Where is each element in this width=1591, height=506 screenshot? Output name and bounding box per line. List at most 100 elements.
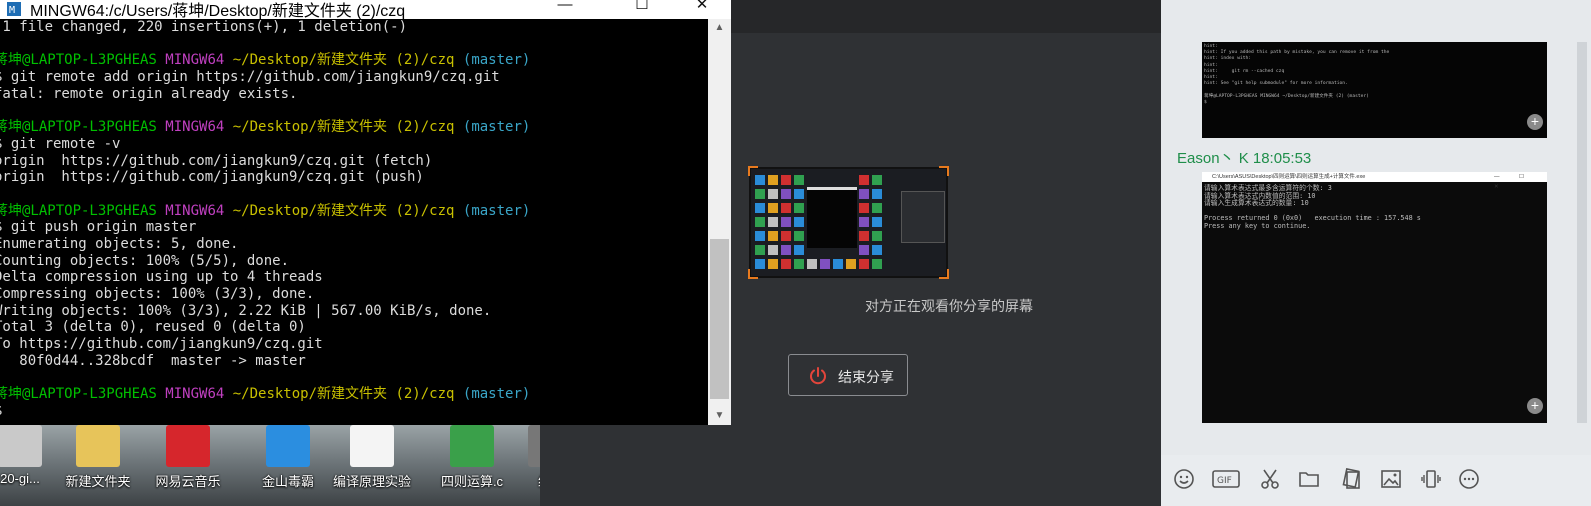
desktop-shortcut[interactable]: 新建文件夹 bbox=[56, 425, 140, 506]
shortcut-label: 20-gi... bbox=[0, 471, 40, 486]
terminal-text: MINGW64 bbox=[165, 386, 233, 403]
preview-icon bbox=[807, 259, 817, 269]
preview-icon bbox=[781, 259, 791, 269]
terminal-output[interactable]: 1 file changed, 220 insertions(+), 1 del… bbox=[0, 19, 708, 425]
shortcut-label: 结... bbox=[508, 471, 540, 490]
preview-icon bbox=[872, 189, 882, 199]
emoji-icon[interactable] bbox=[1172, 467, 1196, 491]
preview-icon bbox=[781, 175, 791, 185]
shortcut-label: 金山毒霸 bbox=[261, 474, 314, 489]
preview-icon bbox=[794, 217, 804, 227]
chat-image-terminal[interactable]: hint: hint: If you added this path by mi… bbox=[1202, 42, 1547, 138]
terminal-text: Enumerating objects: 5, done. bbox=[0, 235, 239, 252]
terminal-text: Writing objects: 100% (3/3), 2.22 KiB | … bbox=[0, 302, 492, 319]
desktop-shortcut[interactable]: 金山毒霸 bbox=[246, 425, 330, 506]
gif-label: GIF bbox=[1217, 476, 1232, 486]
preview-icon bbox=[768, 231, 778, 241]
preview-icon bbox=[755, 175, 765, 185]
preview-icon bbox=[755, 245, 765, 255]
preview-icon bbox=[859, 259, 869, 269]
terminal-text: Compressing objects: 100% (3/3), done. bbox=[0, 286, 315, 302]
terminal-text: 1 file changed, 220 insertions(+), 1 del… bbox=[0, 19, 408, 35]
desktop-shortcut[interactable]: 编译原理实验 bbox=[330, 425, 414, 506]
preview-icon bbox=[794, 189, 804, 199]
chat-toolbar: GIF bbox=[1161, 455, 1591, 506]
terminal-line: $ git push origin master bbox=[0, 219, 708, 236]
scissors-icon[interactable] bbox=[1258, 467, 1282, 491]
terminal-titlebar[interactable]: M MINGW64:/c/Users/蒋坤/Desktop/新建文件夹 (2)/… bbox=[0, 0, 731, 20]
folder-icon[interactable] bbox=[1297, 467, 1321, 491]
message-sender-time: Eason丶 K 18:05:53 bbox=[1177, 150, 1312, 167]
vibrate-icon[interactable] bbox=[1419, 467, 1443, 491]
shortcut-label: 编译原理实验 bbox=[332, 474, 411, 489]
chat-image-console[interactable]: C:\Users\ASUS\Desktop\四则运算\四则运算生成+计算文件.e… bbox=[1202, 172, 1547, 423]
terminal-line: Compressing objects: 100% (3/3), done. bbox=[0, 286, 708, 303]
terminal-line: 蒋坤@LAPTOP-L3PGHEAS MINGW64 ~/Desktop/新建文… bbox=[0, 203, 708, 220]
preview-icon bbox=[781, 203, 791, 213]
minimize-button[interactable]: — bbox=[542, 0, 588, 18]
terminal-text: ~/Desktop/新建文件夹 (2)/czq bbox=[232, 119, 463, 136]
preview-icon bbox=[872, 203, 882, 213]
terminal-line: Enumerating objects: 5, done. bbox=[0, 236, 708, 253]
chat-scrollbar[interactable] bbox=[1577, 42, 1587, 423]
shortcut-icon bbox=[0, 425, 42, 467]
preview-icon bbox=[781, 231, 791, 241]
terminal-text: fatal: remote origin already exists. bbox=[0, 85, 298, 102]
terminal-text: $ git remote add origin https://github.c… bbox=[0, 69, 500, 86]
terminal-line: 80f0d44..328bcdf master -> master bbox=[0, 353, 708, 370]
gif-icon[interactable]: GIF bbox=[1211, 467, 1243, 491]
terminal-line: 蒋坤@LAPTOP-L3PGHEAS MINGW64 ~/Desktop/新建文… bbox=[0, 386, 708, 403]
preview-icon bbox=[768, 259, 778, 269]
terminal-scrollbar[interactable]: ▲ ▼ bbox=[708, 19, 731, 425]
terminal-text: (master) bbox=[462, 119, 531, 136]
terminal-text: (master) bbox=[462, 202, 531, 219]
preview-icon bbox=[755, 231, 765, 241]
preview-icon bbox=[781, 245, 791, 255]
scroll-up-icon[interactable]: ▲ bbox=[708, 19, 731, 37]
chat-message-area[interactable]: hint: hint: If you added this path by mi… bbox=[1161, 0, 1591, 455]
close-button[interactable]: ✕ bbox=[679, 0, 725, 18]
terminal-text: (master) bbox=[462, 52, 531, 69]
frame-corner bbox=[748, 269, 758, 279]
scroll-thumb[interactable] bbox=[710, 239, 729, 399]
preview-icon bbox=[755, 259, 765, 269]
desktop-shortcut[interactable]: 四则运算.c bbox=[430, 425, 514, 506]
end-share-button[interactable]: 结束分享 bbox=[788, 354, 908, 396]
preview-icon bbox=[781, 189, 791, 199]
zoom-plus-icon[interactable]: + bbox=[1527, 398, 1543, 414]
console-controls: — ☐ ✕ bbox=[1494, 174, 1533, 190]
frame-corner bbox=[748, 166, 758, 176]
shortcut-label: 四则运算.c bbox=[440, 474, 504, 489]
shared-screen-preview bbox=[748, 166, 949, 279]
preview-icon bbox=[768, 217, 778, 227]
terminal-text: origin https://github.com/jiangkun9/czq.… bbox=[0, 152, 433, 169]
preview-icon bbox=[794, 203, 804, 213]
terminal-line: To https://github.com/jiangkun9/czq.git bbox=[0, 336, 708, 353]
preview-icon bbox=[872, 245, 882, 255]
desktop-shortcut[interactable]: 网易云音乐 bbox=[146, 425, 230, 506]
terminal-text: $ git remote -v bbox=[0, 135, 121, 152]
maximize-button[interactable]: ☐ bbox=[619, 0, 665, 18]
terminal-line: Counting objects: 100% (5/5), done. bbox=[0, 253, 708, 270]
preview-icon bbox=[794, 259, 804, 269]
more-icon[interactable] bbox=[1457, 467, 1481, 491]
window-title: MINGW64:/c/Users/蒋坤/Desktop/新建文件夹 (2)/cz… bbox=[30, 3, 406, 20]
screen-share-panel: 对方正在观看你分享的屏幕 结束分享 bbox=[731, 0, 1161, 506]
terminal-window[interactable]: M MINGW64:/c/Users/蒋坤/Desktop/新建文件夹 (2)/… bbox=[0, 0, 732, 425]
desktop-shortcut[interactable]: 结... bbox=[508, 425, 540, 506]
preview-window bbox=[807, 187, 857, 248]
desktop-shortcut[interactable]: 20-gi... bbox=[0, 425, 62, 506]
preview-window bbox=[901, 191, 945, 243]
console-titlebar: C:\Users\ASUS\Desktop\四则运算\四则运算生成+计算文件.e… bbox=[1202, 172, 1547, 190]
zoom-plus-icon[interactable]: + bbox=[1527, 114, 1543, 130]
terminal-line: 蒋坤@LAPTOP-L3PGHEAS MINGW64 ~/Desktop/新建文… bbox=[0, 52, 708, 69]
shortcut-label: 网易云音乐 bbox=[155, 474, 221, 489]
image-icon[interactable] bbox=[1379, 467, 1403, 491]
scroll-down-icon[interactable]: ▼ bbox=[708, 407, 731, 425]
preview-icon bbox=[846, 259, 856, 269]
files-icon[interactable] bbox=[1340, 467, 1364, 491]
terminal-text: Delta compression using up to 4 threads bbox=[0, 269, 323, 286]
preview-icon bbox=[781, 217, 791, 227]
